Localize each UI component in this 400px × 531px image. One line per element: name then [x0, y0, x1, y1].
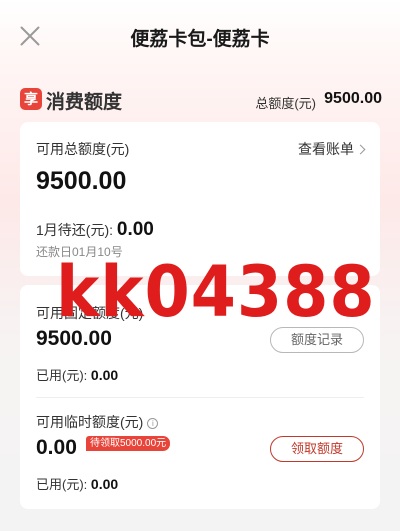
fixed-used-value: 0.00 [90, 367, 119, 383]
fixed-used-label: 已用(元): [36, 368, 88, 383]
info-icon[interactable]: i [147, 418, 159, 429]
due-value: 0.00 [116, 219, 154, 240]
available-total-label: 可用总额度(元) [36, 141, 130, 157]
credit-section-header: 享 消费额度 总额度(元) 9500.00 [20, 86, 382, 114]
chevron-right-icon [355, 144, 366, 155]
temp-limit-label: 可用临时额度(元) [36, 414, 144, 430]
available-total-value: 9500.00 [36, 167, 127, 195]
claim-limit-button[interactable]: 领取额度 [270, 436, 364, 462]
view-bill-label: 查看账单 [298, 141, 354, 157]
temp-limit-value: 0.00 [36, 436, 77, 459]
section-divider [36, 397, 364, 398]
total-limit-value: 9500.00 [324, 90, 382, 107]
temp-limit-label-row: 可用临时额度(元) i [36, 412, 159, 432]
consumer-credit-icon: 享 [20, 88, 42, 110]
due-label: 1月待还(元): [36, 222, 113, 238]
temp-used-value: 0.00 [90, 476, 119, 492]
due-amount-line: 1月待还(元): 0.00 [36, 219, 154, 241]
watermark-text: kk04388 [56, 251, 376, 333]
temp-used-line: 已用(元): 0.00 [36, 474, 118, 493]
app-header: 便荔卡包-便荔卡 [0, 0, 400, 72]
fixed-used-line: 已用(元): 0.00 [36, 365, 118, 384]
pending-claim-badge: 待领取5000.00元 [86, 436, 171, 451]
section-title: 消费额度 [46, 92, 123, 113]
temp-used-label: 已用(元): [36, 477, 88, 492]
page-title: 便荔卡包-便荔卡 [130, 29, 270, 50]
total-limit-label: 总额度(元) [255, 96, 316, 111]
view-bill-link[interactable]: 查看账单 [298, 139, 366, 159]
